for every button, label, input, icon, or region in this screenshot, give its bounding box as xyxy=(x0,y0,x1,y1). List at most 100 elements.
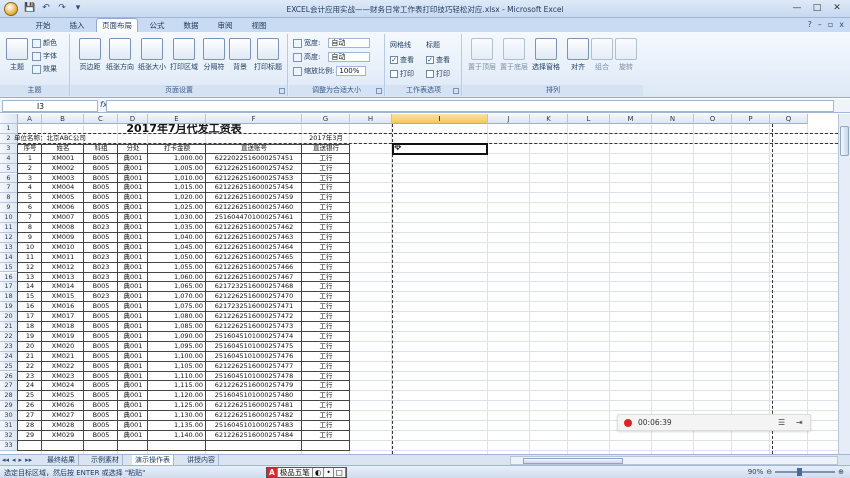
row-header[interactable]: 14 xyxy=(0,252,18,263)
row-header[interactable]: 33 xyxy=(0,440,18,451)
exit-icon[interactable]: ⇥ xyxy=(796,418,803,427)
row-header[interactable]: 20 xyxy=(0,312,18,322)
column-header[interactable]: A xyxy=(18,114,42,124)
ribbon-restore-icon[interactable]: ▫ xyxy=(828,20,833,29)
row-header[interactable]: 28 xyxy=(0,391,18,402)
ime-keyboard-icon[interactable]: □ xyxy=(334,468,346,477)
row-header[interactable]: 4 xyxy=(0,153,18,164)
name-box[interactable]: I3 xyxy=(2,100,98,112)
list-icon[interactable]: ☰ xyxy=(778,418,785,427)
theme-colors-button[interactable]: 颜色 xyxy=(32,38,57,48)
column-header[interactable]: C xyxy=(84,114,118,124)
row-header[interactable]: 23 xyxy=(0,341,18,352)
tab-page-layout[interactable]: 页面布局 xyxy=(96,18,138,32)
row-header[interactable]: 12 xyxy=(0,232,18,243)
row-header[interactable]: 32 xyxy=(0,430,18,441)
scale-launcher[interactable] xyxy=(376,88,382,94)
workbook-close-icon[interactable]: x xyxy=(839,20,844,29)
tab-home[interactable]: 开始 xyxy=(28,19,58,32)
row-header[interactable]: 22 xyxy=(0,331,18,342)
tab-formulas[interactable]: 公式 xyxy=(142,19,172,32)
row-header[interactable]: 15 xyxy=(0,262,18,273)
row-header[interactable]: 27 xyxy=(0,381,18,392)
row-header[interactable]: 29 xyxy=(0,401,18,412)
row-header[interactable]: 24 xyxy=(0,351,18,362)
row-header[interactable]: 26 xyxy=(0,371,18,382)
size-button[interactable]: 纸张大小 xyxy=(135,36,169,82)
row-header[interactable]: 5 xyxy=(0,163,18,174)
headings-view-checkbox[interactable]: ✓ xyxy=(426,56,434,64)
row-header[interactable]: 13 xyxy=(0,242,18,253)
gridlines-view-checkbox[interactable]: ✓ xyxy=(390,56,398,64)
ime-toolbar[interactable]: A 极品五笔 ◐ • □ xyxy=(266,467,347,478)
row-header[interactable]: 21 xyxy=(0,322,18,332)
tab-insert[interactable]: 插入 xyxy=(62,19,92,32)
column-header[interactable]: Q xyxy=(770,114,808,124)
worksheet-grid[interactable]: A B C D E F G H I J K L M N O P Q 1 2 3 4 5 6 7 8 9 10 11 12 13 14 15 16… xyxy=(0,114,838,454)
print-area-button[interactable]: 打印区域 xyxy=(167,36,201,82)
row-header[interactable]: 30 xyxy=(0,411,18,421)
send-to-back-button[interactable]: 置于底层 xyxy=(497,36,531,82)
sheet-tab-demo[interactable]: 演示操作表 xyxy=(132,455,174,465)
formula-input[interactable] xyxy=(106,100,834,112)
column-header[interactable]: F xyxy=(206,114,302,124)
column-header[interactable]: I xyxy=(392,114,488,124)
vertical-scroll-thumb[interactable] xyxy=(840,126,849,156)
zoom-knob[interactable] xyxy=(797,468,803,476)
width-select[interactable]: 自动 xyxy=(328,38,371,48)
tab-view[interactable]: 视图 xyxy=(244,19,274,32)
row-header[interactable]: 18 xyxy=(0,292,18,303)
tab-review[interactable]: 审阅 xyxy=(210,19,240,32)
row-header[interactable]: 3 xyxy=(0,143,18,154)
maximize-button[interactable]: □ xyxy=(808,2,826,15)
bring-to-front-button[interactable]: 置于顶层 xyxy=(465,36,499,82)
row-header[interactable]: 16 xyxy=(0,272,18,283)
next-sheet-icon[interactable]: ▸ xyxy=(19,456,23,464)
column-header[interactable]: P xyxy=(732,114,770,124)
ime-punct-icon[interactable]: • xyxy=(324,468,334,477)
rotate-button[interactable]: 旋转 xyxy=(609,36,643,82)
column-header[interactable]: O xyxy=(694,114,732,124)
selected-cell[interactable] xyxy=(392,142,488,155)
print-titles-button[interactable]: 打印标题 xyxy=(251,36,285,82)
column-header[interactable]: J xyxy=(488,114,530,124)
row-header[interactable]: 25 xyxy=(0,361,18,372)
minimize-button[interactable]: — xyxy=(788,2,806,15)
row-header[interactable]: 11 xyxy=(0,223,18,233)
column-header[interactable]: H xyxy=(350,114,392,124)
column-header[interactable]: G xyxy=(302,114,350,124)
first-sheet-icon[interactable]: ◂◂ xyxy=(2,456,9,464)
tab-data[interactable]: 数据 xyxy=(176,19,206,32)
vertical-scrollbar[interactable] xyxy=(838,114,850,454)
column-header[interactable]: E xyxy=(148,114,206,124)
selection-pane-button[interactable]: 选择窗格 xyxy=(529,36,563,82)
help-icon[interactable]: ? xyxy=(808,20,812,29)
theme-effects-button[interactable]: 效果 xyxy=(32,64,57,74)
row-header[interactable]: 19 xyxy=(0,302,18,313)
column-header[interactable]: B xyxy=(42,114,84,124)
sheet-options-launcher[interactable] xyxy=(453,88,459,94)
zoom-out-icon[interactable]: ⊖ xyxy=(766,468,772,476)
gridlines-print-checkbox[interactable] xyxy=(390,70,398,78)
row-header[interactable]: 17 xyxy=(0,282,18,293)
row-header[interactable]: 6 xyxy=(0,173,18,184)
horizontal-scroll-thumb[interactable] xyxy=(523,458,623,464)
record-dot-icon[interactable] xyxy=(624,419,632,427)
orientation-button[interactable]: 纸张方向 xyxy=(103,36,137,82)
column-header[interactable]: K xyxy=(530,114,568,124)
horizontal-scrollbar[interactable] xyxy=(510,456,838,465)
row-header[interactable]: 8 xyxy=(0,193,18,204)
sheet-tab-sample[interactable]: 示例素材 xyxy=(88,455,123,465)
row-header[interactable]: 1 xyxy=(0,124,18,134)
row-header[interactable]: 31 xyxy=(0,421,18,431)
row-header[interactable]: 9 xyxy=(0,203,18,214)
zoom-in-icon[interactable]: ⊕ xyxy=(838,468,844,476)
ime-name[interactable]: 极品五笔 xyxy=(278,468,313,477)
close-button[interactable]: ✕ xyxy=(828,2,846,15)
column-header[interactable]: L xyxy=(568,114,610,124)
column-header[interactable]: D xyxy=(118,114,148,124)
margins-button[interactable]: 页边距 xyxy=(73,36,107,82)
column-header[interactable]: M xyxy=(610,114,652,124)
page-setup-launcher[interactable] xyxy=(279,88,285,94)
ime-moon-icon[interactable]: ◐ xyxy=(313,468,325,477)
